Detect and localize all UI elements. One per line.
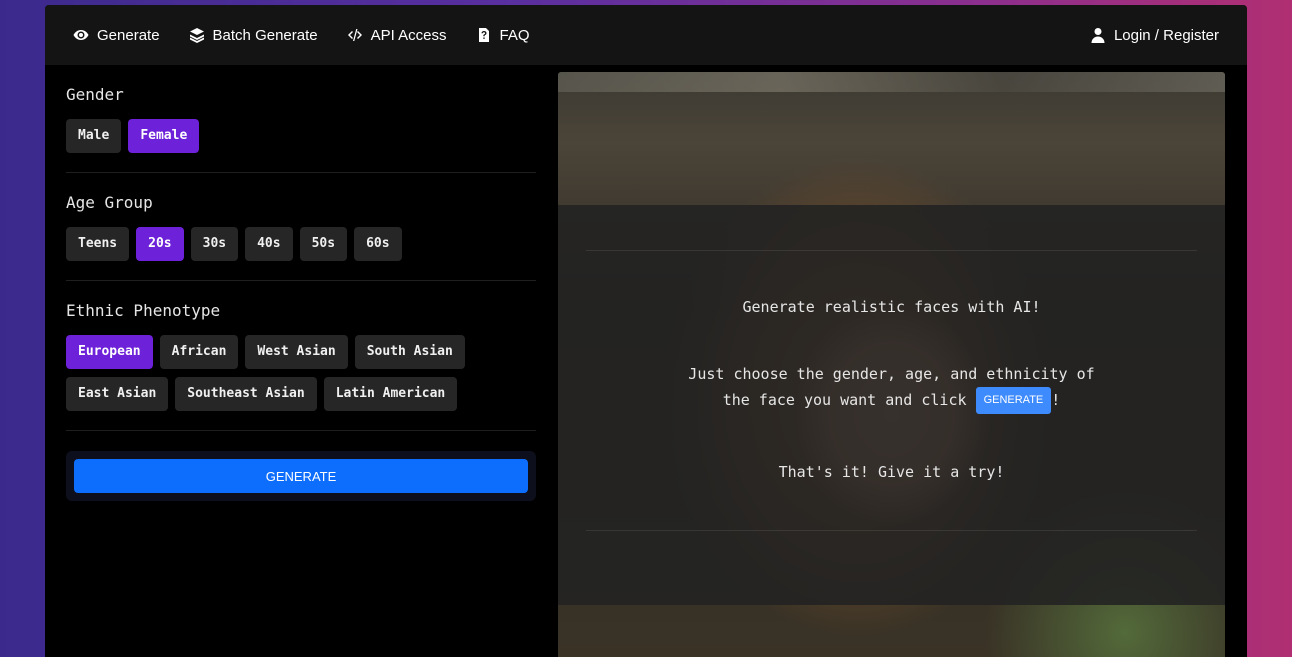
- intro-overlay: Generate realistic faces with AI! Just c…: [558, 205, 1225, 605]
- overlay-instructions-line1: Just choose the gender, age, and ethnici…: [688, 365, 1095, 383]
- nav-generate-label: Generate: [97, 26, 160, 44]
- section-divider: [66, 430, 536, 431]
- generate-button-container: GENERATE: [66, 451, 536, 501]
- ethnic-phenotype-title: Ethnic Phenotype: [66, 301, 221, 320]
- eye-icon: [73, 30, 89, 40]
- gender-title: Gender: [66, 85, 124, 104]
- gender-option-female[interactable]: Female: [128, 119, 200, 153]
- section-divider: [66, 172, 536, 173]
- user-icon: [1091, 28, 1105, 43]
- background-blur: [558, 72, 1225, 92]
- question-file-icon: [478, 28, 489, 42]
- app-window: Generate Batch Generate API Access FAQ L…: [45, 5, 1247, 657]
- overlay-divider: [586, 530, 1197, 531]
- options-panel: Gender Male Female Age Group Teens 20s 3…: [66, 85, 536, 501]
- ethnicity-option-south-asian[interactable]: South Asian: [354, 335, 465, 369]
- age-group-title: Age Group: [66, 193, 153, 212]
- nav-faq[interactable]: FAQ: [476, 27, 530, 44]
- gender-option-male[interactable]: Male: [66, 119, 122, 153]
- age-option-50s[interactable]: 50s: [299, 227, 348, 261]
- overlay-instructions: Just choose the gender, age, and ethnici…: [558, 362, 1225, 414]
- age-option-60s[interactable]: 60s: [354, 227, 402, 261]
- generate-button[interactable]: GENERATE: [74, 459, 528, 493]
- nav-api-access-label: API Access: [370, 26, 447, 44]
- overlay-divider: [586, 250, 1197, 251]
- nav-api-access[interactable]: API Access: [347, 27, 447, 44]
- nav-batch-generate[interactable]: Batch Generate: [189, 27, 318, 44]
- age-option-40s[interactable]: 40s: [245, 227, 293, 261]
- code-icon: [347, 29, 362, 41]
- nav-faq-label: FAQ: [499, 26, 530, 44]
- age-options: Teens 20s 30s 40s 50s 60s: [66, 227, 536, 261]
- ethnicity-option-west-asian[interactable]: West Asian: [245, 335, 348, 369]
- overlay-instructions-text: the face you want and click: [722, 391, 967, 409]
- ethnicity-options: European African West Asian South Asian …: [66, 335, 536, 411]
- nav-batch-generate-label: Batch Generate: [212, 26, 318, 44]
- ethnicity-option-european[interactable]: European: [66, 335, 153, 369]
- layers-icon: [189, 28, 204, 43]
- top-navbar: Generate Batch Generate API Access FAQ L…: [45, 5, 1247, 65]
- overlay-cta: That's it! Give it a try!: [778, 463, 1005, 481]
- login-register-link[interactable]: Login / Register: [1090, 27, 1219, 44]
- age-option-20s[interactable]: 20s: [136, 227, 184, 261]
- age-option-30s[interactable]: 30s: [190, 227, 239, 261]
- nav-generate[interactable]: Generate: [73, 27, 160, 44]
- ethnicity-option-east-asian[interactable]: East Asian: [66, 377, 169, 411]
- age-option-teens[interactable]: Teens: [66, 227, 130, 261]
- face-preview: Generate realistic faces with AI! Just c…: [558, 72, 1225, 657]
- ethnicity-option-african[interactable]: African: [159, 335, 239, 369]
- overlay-instructions-line2: the face you want and click GENERATE!: [558, 387, 1225, 414]
- ethnicity-option-southeast-asian[interactable]: Southeast Asian: [175, 377, 317, 411]
- overlay-generate-button[interactable]: GENERATE: [975, 387, 1052, 414]
- section-divider: [66, 280, 536, 281]
- ethnicity-option-latin-american[interactable]: Latin American: [323, 377, 458, 411]
- login-register-label: Login / Register: [1113, 26, 1219, 44]
- gender-options: Male Female: [66, 119, 536, 153]
- overlay-headline: Generate realistic faces with AI!: [742, 298, 1041, 316]
- overlay-instructions-end: !: [1051, 391, 1061, 409]
